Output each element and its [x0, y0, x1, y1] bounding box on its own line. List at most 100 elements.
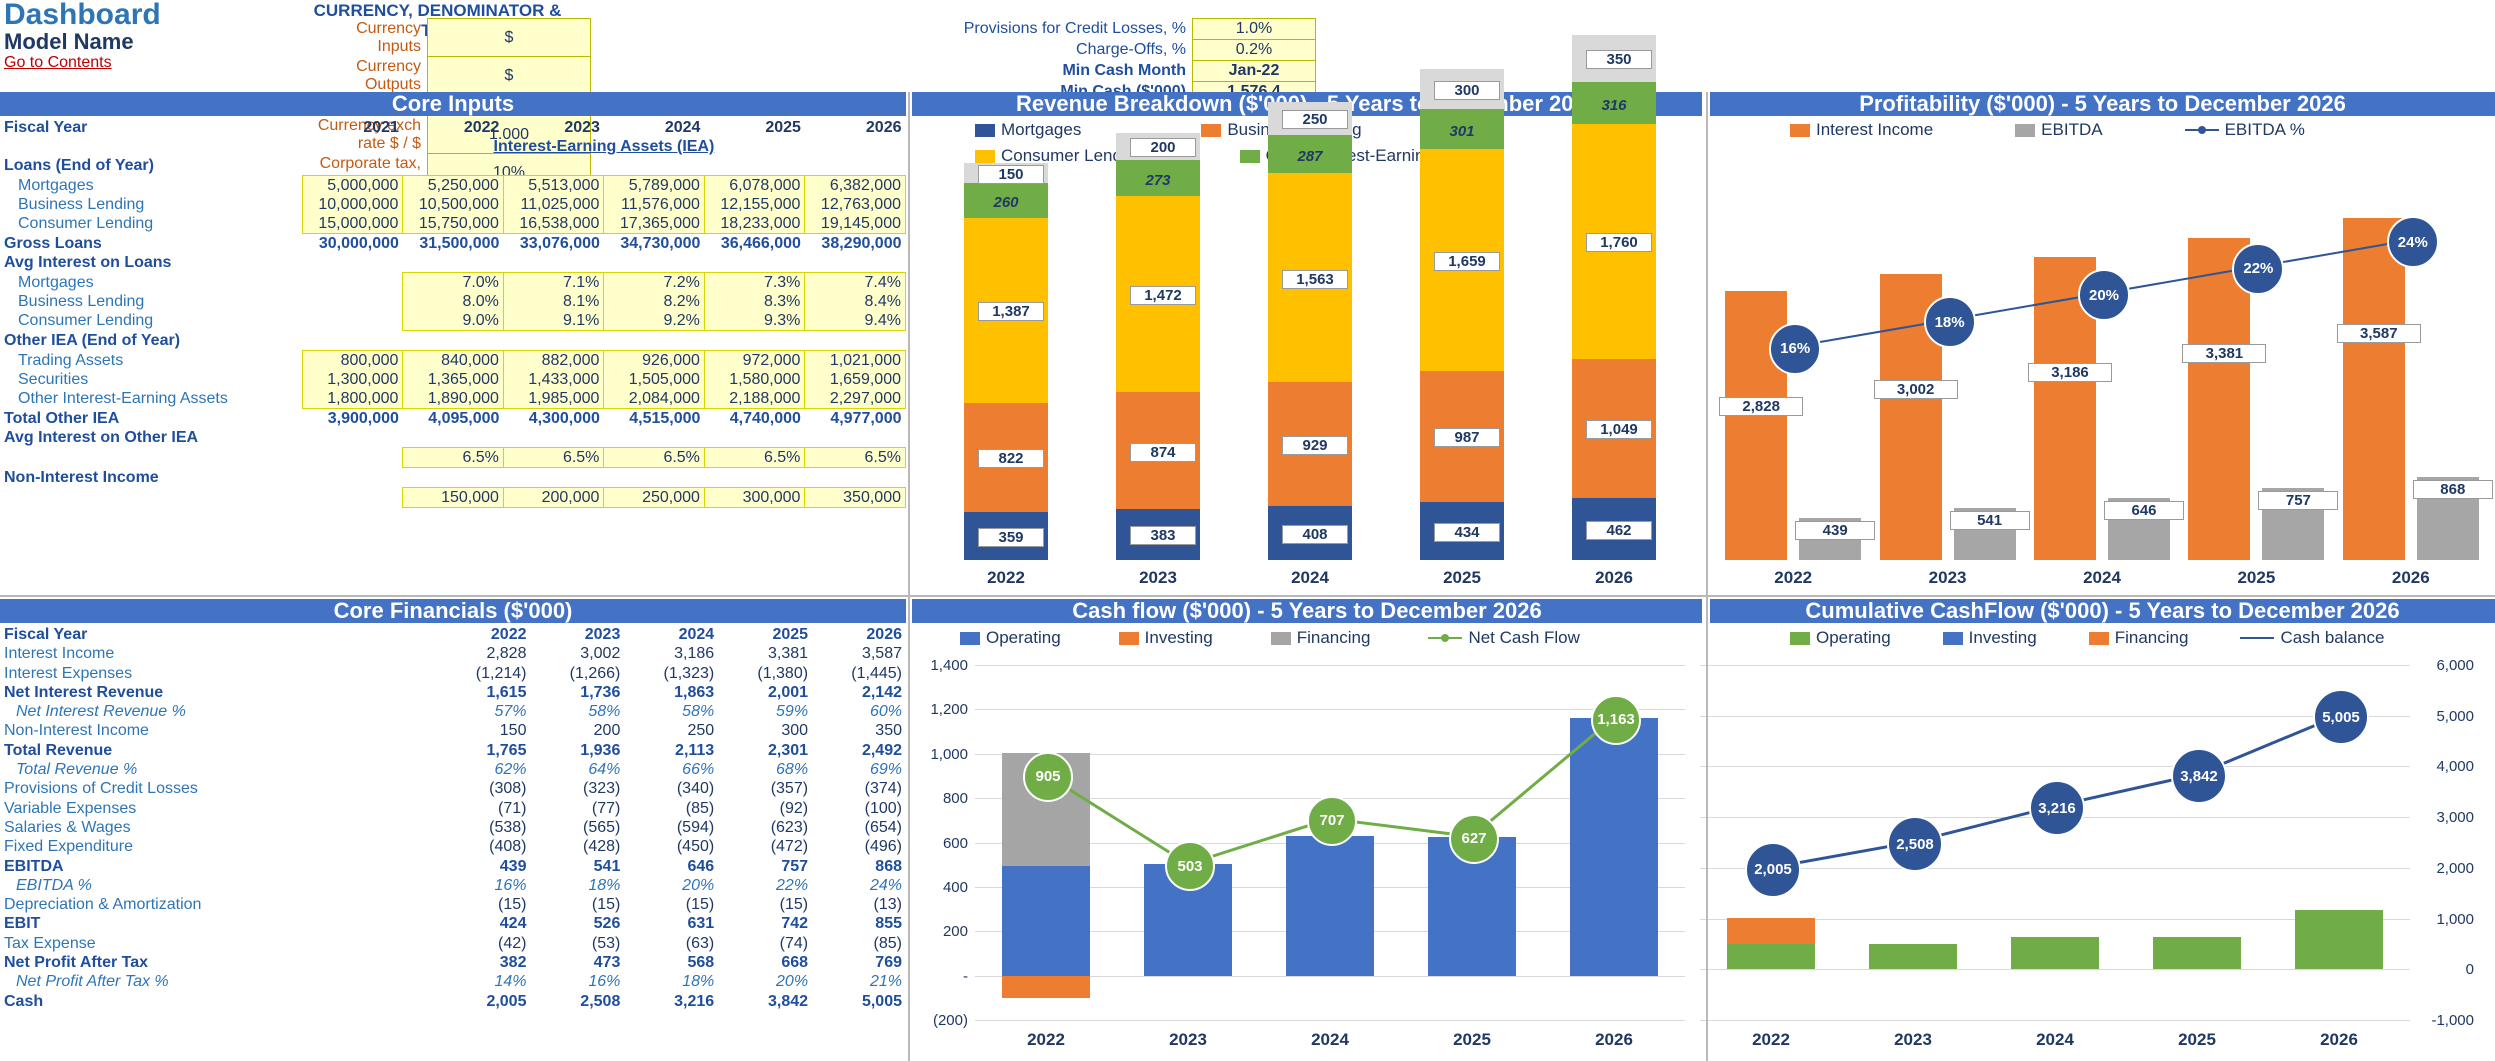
input-cell[interactable]: 9.3% — [703, 311, 806, 331]
legend-item-investing[interactable]: Investing — [1118, 628, 1213, 648]
legend-item-cash-balance[interactable]: Cash balance — [2240, 628, 2384, 648]
currency-inputs-value[interactable]: $ — [427, 18, 591, 57]
input-cell[interactable]: 840,000 — [402, 350, 504, 370]
input-cell[interactable]: 7.0% — [402, 272, 504, 292]
input-cell[interactable]: 6.5% — [502, 447, 605, 468]
input-cell[interactable]: 350,000 — [804, 487, 906, 508]
input-cell[interactable]: 6,382,000 — [804, 175, 906, 195]
input-cell[interactable]: 5,789,000 — [603, 175, 705, 195]
legend-item-ebitda[interactable]: EBITDA — [2015, 120, 2103, 140]
legend-item-operating[interactable]: Operating — [960, 628, 1061, 648]
input-cell[interactable]: 972,000 — [703, 350, 806, 370]
value-cell: (565) — [582, 818, 621, 836]
input-cell[interactable]: 1,985,000 — [502, 389, 605, 409]
value-cell: (496) — [864, 838, 902, 856]
legend-label: Cash balance — [2280, 628, 2385, 647]
input-cell[interactable]: 7.1% — [502, 272, 605, 292]
currency-outputs-value[interactable]: $ — [427, 56, 591, 95]
legend-item-financing[interactable]: Financing — [1270, 628, 1370, 648]
input-cell[interactable]: 12,155,000 — [703, 195, 806, 214]
input-cell[interactable]: 200,000 — [502, 487, 605, 508]
input-cell[interactable]: 2,084,000 — [603, 389, 705, 409]
input-cell[interactable]: 10,000,000 — [301, 195, 404, 214]
legend-item-net-cash-flow[interactable]: Net Cash Flow — [1428, 628, 1580, 648]
legend-label: EBITDA % — [2224, 120, 2305, 139]
legend-item-mortgages[interactable]: Mortgages — [975, 120, 1081, 140]
legend-item-operating[interactable]: Operating — [1790, 628, 1891, 648]
input-cell[interactable]: 1,580,000 — [703, 370, 806, 389]
legend-item-ebitda-pct[interactable]: EBITDA % — [2184, 120, 2305, 140]
value-cell: 2,142 — [861, 683, 902, 701]
row-label: Variable Expenses — [4, 799, 137, 817]
input-cell[interactable]: 300,000 — [703, 487, 806, 508]
input-cell[interactable]: 5,000,000 — [301, 175, 404, 195]
y-axis-tick: 1,400 — [930, 657, 968, 674]
input-cell[interactable]: 9.4% — [804, 311, 906, 331]
input-cell[interactable]: 5,250,000 — [402, 175, 504, 195]
input-cell[interactable]: 6.5% — [402, 447, 504, 468]
input-cell[interactable]: 882,000 — [502, 350, 605, 370]
y-axis-tick: 1,200 — [930, 701, 968, 719]
input-cell[interactable]: 8.2% — [603, 292, 705, 311]
input-cell[interactable]: 8.0% — [402, 292, 504, 311]
input-cell[interactable]: 11,025,000 — [502, 195, 605, 214]
value-cell: (654) — [864, 818, 902, 836]
input-cell[interactable]: 1,021,000 — [804, 350, 906, 370]
input-cell[interactable]: 9.1% — [502, 311, 605, 331]
input-cell[interactable]: 1,433,000 — [502, 370, 605, 389]
input-cell[interactable]: 1,890,000 — [402, 389, 504, 409]
input-cell[interactable]: 8.3% — [703, 292, 806, 311]
legend-swatch — [1790, 631, 1810, 645]
x-axis-label: 2024 — [1311, 1030, 1349, 1049]
cumulative-cashflow-xaxis: 2022 2023 2024 2025 2026 — [1700, 1030, 2410, 1052]
input-cell[interactable]: 17,365,000 — [603, 214, 705, 234]
go-to-contents-link[interactable]: Go to Contents — [4, 54, 161, 72]
input-cell[interactable]: 926,000 — [603, 350, 705, 370]
input-cell[interactable]: 150,000 — [402, 487, 504, 508]
input-cell[interactable]: 800,000 — [301, 350, 404, 370]
provisions-row: Charge-Offs, % 0.2% — [930, 39, 1316, 61]
input-cell[interactable]: 1,505,000 — [603, 370, 705, 389]
input-cell[interactable]: 7.2% — [603, 272, 705, 292]
input-cell[interactable]: 5,513,000 — [502, 175, 605, 195]
input-cell[interactable]: 1,659,000 — [804, 370, 906, 389]
value-cell: (15) — [591, 896, 621, 914]
input-cell[interactable]: 19,145,000 — [804, 214, 906, 234]
input-cell[interactable]: 250,000 — [603, 487, 705, 508]
data-label: 822 — [978, 449, 1044, 469]
input-cell[interactable]: 8.1% — [502, 292, 605, 311]
legend-item-interest-income[interactable]: Interest Income — [1790, 120, 1933, 140]
input-cell[interactable]: 6.5% — [703, 447, 806, 468]
input-cell[interactable]: 2,297,000 — [804, 389, 906, 409]
input-cell[interactable]: 1,800,000 — [301, 389, 404, 409]
input-cell[interactable]: 7.4% — [804, 272, 906, 292]
input-cell[interactable]: 1,300,000 — [301, 370, 404, 389]
input-cell[interactable]: 12,763,000 — [804, 195, 906, 214]
input-cell[interactable]: 18,233,000 — [703, 214, 806, 234]
input-cell[interactable]: 8.4% — [804, 292, 906, 311]
input-cell[interactable]: 1,365,000 — [402, 370, 504, 389]
input-cell[interactable]: 2,188,000 — [703, 389, 806, 409]
input-cell[interactable]: 6,078,000 — [703, 175, 806, 195]
legend-item-investing[interactable]: Investing — [1942, 628, 2037, 648]
min-cash-month-value[interactable]: Jan-22 — [1192, 60, 1316, 82]
avg-interest-loans-title: Avg Interest on Loans — [4, 254, 172, 272]
provisions-credit-losses-value[interactable]: 1.0% — [1192, 18, 1316, 40]
input-cell[interactable]: 10,500,000 — [402, 195, 504, 214]
panel-divider — [1706, 92, 1708, 1061]
legend-item-financing[interactable]: Financing — [2088, 628, 2188, 648]
input-cell[interactable]: 7.3% — [703, 272, 806, 292]
input-cell[interactable]: 6.5% — [603, 447, 705, 468]
input-cell[interactable]: 16,538,000 — [502, 214, 605, 234]
charge-offs-value[interactable]: 0.2% — [1192, 39, 1316, 61]
input-cell[interactable]: 15,000,000 — [301, 214, 404, 234]
input-cell[interactable]: 6.5% — [804, 447, 906, 468]
input-cell[interactable]: 9.2% — [603, 311, 705, 331]
input-cell[interactable]: 15,750,000 — [402, 214, 504, 234]
input-cell[interactable]: 11,576,000 — [603, 195, 705, 214]
input-cell[interactable]: 9.0% — [402, 311, 504, 331]
legend-label: EBITDA — [2041, 120, 2103, 139]
data-label: 408 — [1282, 524, 1348, 544]
value-cell: 18% — [588, 876, 621, 894]
core-financials-header: Core Financials ($'000) — [0, 599, 906, 623]
